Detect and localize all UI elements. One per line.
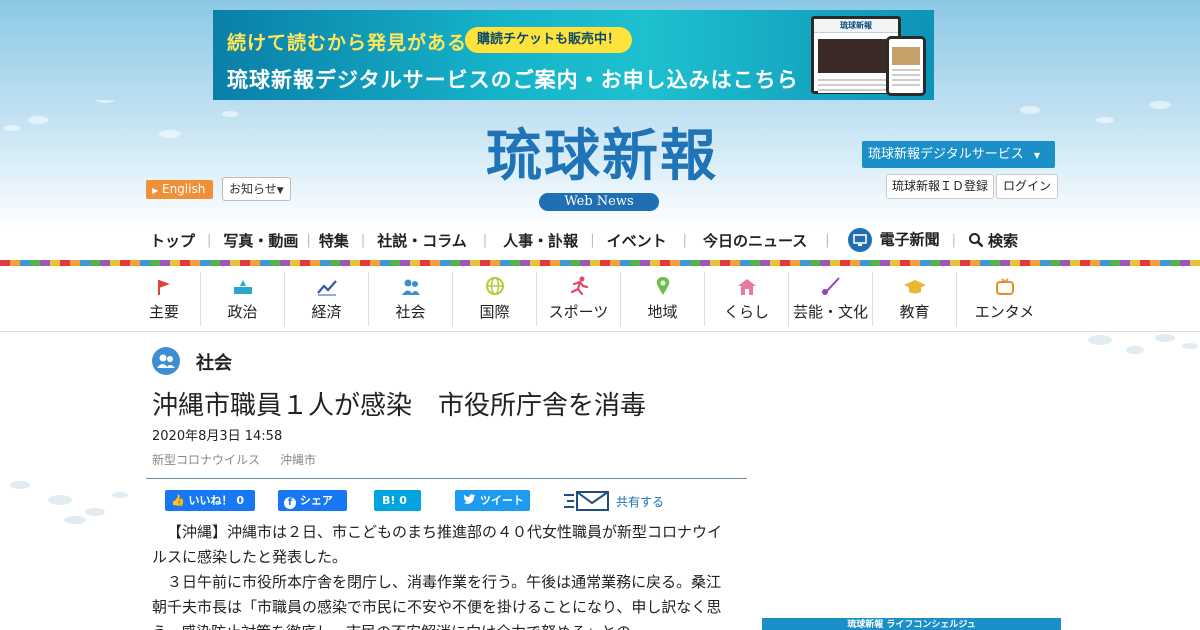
parliament-icon [233, 280, 252, 294]
category-label: 主要 [148, 303, 179, 321]
login-button[interactable]: ログイン [996, 174, 1059, 199]
category-label: 社会 [395, 303, 426, 321]
banner-headline: 続けて読むから発見がある [227, 32, 468, 54]
article-paragraph: ３日午前に市役所本庁舎を閉庁し、消毒作業を行う。午後は通常業務に戻る。桑江朝千夫… [152, 573, 722, 630]
facebook-share-label: シェア [299, 494, 333, 507]
graduation-cap-icon [903, 280, 926, 294]
site-logo-subtitle: Web News [539, 193, 659, 211]
category-label: くらし [723, 303, 769, 321]
like-label: いいね！ 0 [188, 494, 245, 507]
e-paper-label: 電子新聞 [879, 230, 940, 249]
nav-item-events[interactable]: イベント [607, 230, 667, 251]
phone-preview-image [886, 36, 926, 96]
facebook-share-button[interactable]: f シェア [278, 490, 347, 511]
people-icon [401, 279, 420, 295]
category-label: エンタメ [974, 303, 1035, 321]
life-concierge-banner[interactable]: 琉球新報 ライフコンシェルジュ [762, 618, 1061, 630]
nav-item-personnel[interactable]: 人事・訃報 [503, 230, 578, 251]
nav-item-today-news[interactable]: 今日のニュース [703, 230, 807, 251]
category-label: 地域 [647, 303, 678, 321]
english-button[interactable]: ▶ English [146, 180, 214, 199]
article-date: 2020年8月3日 14:58 [152, 429, 283, 444]
play-icon: ▶ [152, 186, 159, 195]
category-label: 政治 [227, 303, 258, 321]
tweet-label: ツイート [479, 494, 524, 507]
facebook-like-button[interactable]: 👍 いいね！ 0 [165, 490, 255, 511]
share-more-label: 共有する [616, 494, 665, 509]
nav-item-e-paper[interactable]: 電子新聞 [847, 228, 940, 252]
notice-label: お知らせ [229, 182, 277, 196]
article-paragraph: 【沖縄】沖縄市は２日、市こどものまち推進部の４０代女性職員が新型コロナウイルスに… [152, 523, 723, 566]
category-international[interactable]: 国際 [452, 272, 536, 326]
digital-service-label: 琉球新報デジタルサービス [868, 147, 1024, 162]
category-politics[interactable]: 政治 [200, 272, 284, 326]
category-label: スポーツ [548, 303, 609, 321]
runner-icon [570, 276, 588, 296]
facebook-icon: f [284, 497, 296, 509]
chart-line-icon [316, 280, 337, 296]
article-tags: 新型コロナウイルス 沖縄市 [152, 451, 316, 468]
banner-ticket-badge: 購読チケットも販売中！ [465, 27, 633, 53]
notice-dropdown[interactable]: お知らせ▼ [222, 177, 291, 201]
monitor-icon [847, 228, 872, 252]
category-living[interactable]: くらし [704, 272, 788, 326]
section-label[interactable]: 社会 [196, 349, 232, 375]
home-icon [737, 279, 756, 295]
section-people-icon [152, 347, 180, 375]
caret-down-icon: ▼ [1033, 151, 1041, 160]
hatena-bookmark-button[interactable]: B! 0 [374, 490, 421, 511]
flag-icon [158, 280, 170, 295]
tag-link[interactable]: 新型コロナウイルス [152, 451, 260, 468]
nav-item-photo-video[interactable]: 写真・動画 [223, 230, 298, 251]
category-label: 教育 [899, 303, 930, 321]
digital-service-banner[interactable]: 続けて読むから発見がある 購読チケットも販売中！ 琉球新報デジタルサービスのご案… [213, 10, 934, 100]
site-logo[interactable]: 琉球新報 [452, 124, 752, 188]
banner-subheadline: 琉球新報デジタルサービスのご案内・お申し込みはこちら [227, 68, 799, 92]
thumbs-up-icon: 👍 [171, 494, 185, 507]
category-label: 経済 [311, 303, 342, 321]
share-more-button[interactable]: 共有する [562, 490, 664, 512]
nav-item-features[interactable]: 特集 [319, 230, 349, 251]
music-icon [821, 277, 840, 295]
digital-service-dropdown[interactable]: 琉球新報デジタルサービス ▼ [862, 141, 1055, 168]
category-education[interactable]: 教育 [872, 272, 956, 326]
globe-icon [485, 277, 504, 295]
mail-share-icon [564, 491, 609, 511]
search-icon [969, 232, 984, 247]
article-divider [146, 478, 747, 479]
tag-link[interactable]: 沖縄市 [280, 451, 316, 468]
caret-down-icon: ▼ [276, 186, 284, 196]
search-label: 検索 [988, 231, 1019, 250]
nav-item-search[interactable]: 検索 [968, 230, 1018, 251]
tv-icon [995, 278, 1014, 295]
article-body: 【沖縄】沖縄市は２日、市こどものまち推進部の４０代女性職員が新型コロナウイルスに… [152, 520, 732, 630]
nav-item-editorial[interactable]: 社説・コラム [377, 230, 467, 251]
category-sports[interactable]: スポーツ [536, 272, 620, 326]
category-main[interactable]: 主要 [128, 272, 200, 326]
twitter-tweet-button[interactable]: ツイート [455, 490, 530, 511]
category-region[interactable]: 地域 [620, 272, 704, 326]
category-society[interactable]: 社会 [368, 272, 452, 326]
preview-site-title: 琉球新報 [814, 19, 898, 33]
category-entertainment[interactable]: エンタメ [956, 272, 1052, 326]
category-label: 国際 [479, 303, 510, 321]
twitter-bird-icon [463, 494, 476, 504]
category-economy[interactable]: 経済 [284, 272, 368, 326]
article-title: 沖縄市職員１人が感染 市役所庁舎を消毒 [152, 391, 647, 421]
main-navigation: トップ | 写真・動画 | 特集 | 社説・コラム | 人事・訃報 | イベント… [150, 226, 1018, 254]
id-register-button[interactable]: 琉球新報ＩＤ登録 [886, 174, 995, 199]
category-label: 芸能・文化 [792, 303, 868, 321]
map-pin-icon [656, 277, 669, 295]
category-culture[interactable]: 芸能・文化 [788, 272, 872, 326]
category-navigation: 主要 政治 経済 社会 国際 スポーツ 地域 くらし 芸能・文化 教育 エンタメ [128, 272, 1052, 326]
english-label: English [161, 182, 206, 196]
nav-item-top[interactable]: トップ [150, 230, 195, 251]
